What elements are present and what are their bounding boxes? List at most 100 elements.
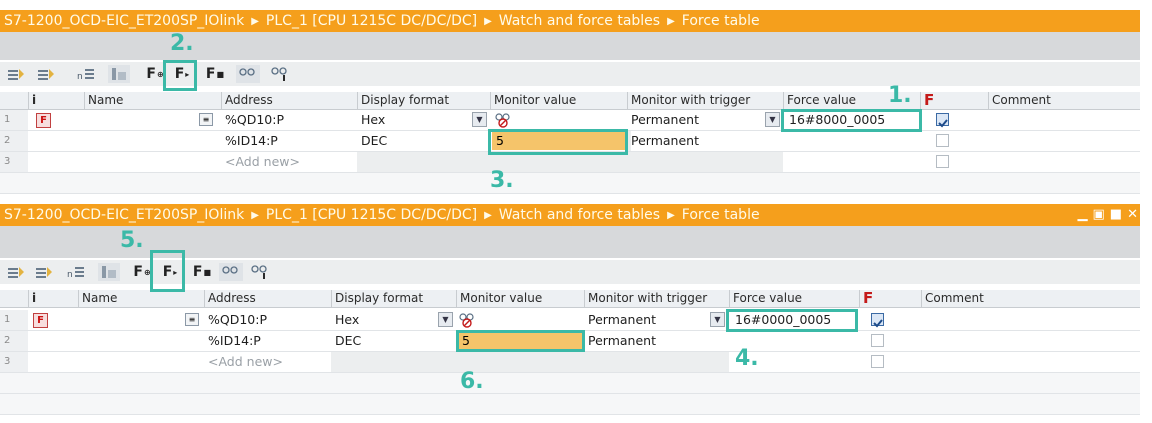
column-force-flag[interactable]: F: [920, 92, 988, 109]
stop-forcing-icon: ■: [216, 69, 225, 79]
table-row[interactable]: 3 <Add new>: [0, 352, 1140, 373]
breadcrumb-plc[interactable]: PLC_1 [CPU 1215C DC/DC/DC]: [266, 13, 477, 29]
monitor-trigger-cell[interactable]: Permanent: [584, 331, 656, 351]
stop-forcing-button[interactable]: F ■: [190, 263, 214, 281]
monitor-trigger-cell[interactable]: Permanent: [627, 110, 699, 130]
force-checkbox[interactable]: [871, 355, 884, 368]
row-number: 1: [0, 110, 28, 130]
insert-multiple-icon[interactable]: n: [76, 65, 98, 83]
callout-number: 5.: [120, 228, 144, 253]
breadcrumb-plc[interactable]: PLC_1 [CPU 1215C DC/DC/DC]: [266, 207, 477, 223]
column-info[interactable]: i: [28, 92, 84, 109]
maximize-icon[interactable]: ■: [1110, 204, 1122, 226]
column-comment[interactable]: Comment: [988, 92, 1140, 109]
close-icon[interactable]: ✕: [1127, 204, 1138, 226]
insert-row-icon[interactable]: [6, 65, 26, 83]
display-format-cell[interactable]: DEC: [331, 331, 361, 351]
force-status-icon: F: [36, 113, 51, 128]
callout-box-force-value: [726, 309, 858, 332]
address-list-icon[interactable]: ≡: [199, 113, 213, 126]
monitor-once-icon[interactable]: [268, 65, 292, 83]
force-checkbox[interactable]: [936, 155, 949, 168]
address-cell[interactable]: %QD10:P: [204, 310, 267, 330]
callout-number: 6.: [460, 369, 484, 394]
title-breadcrumb: S7-1200_OCD-EIC_ET200SP_IOlink ▶ PLC_1 [CP…: [0, 204, 1140, 226]
float-window-icon[interactable]: ▣: [1093, 204, 1105, 226]
column-address[interactable]: Address: [221, 92, 357, 109]
force-all-label: F: [146, 66, 156, 82]
address-list-icon[interactable]: ≡: [185, 313, 199, 326]
address-cell[interactable]: %ID14:P: [221, 131, 278, 151]
force-checkbox[interactable]: [936, 134, 949, 147]
trigger-dropdown-icon[interactable]: ▼: [710, 312, 725, 327]
insert-row-icon[interactable]: [6, 263, 26, 281]
stop-forcing-label: F: [192, 264, 203, 280]
stop-forcing-label: F: [205, 66, 216, 82]
force-status-icon: F: [33, 313, 48, 328]
column-info[interactable]: i: [28, 290, 78, 307]
row-number: 3: [0, 352, 28, 372]
column-comment[interactable]: Comment: [921, 290, 1140, 307]
trigger-dropdown-icon[interactable]: ▼: [765, 112, 780, 127]
format-dropdown-icon[interactable]: ▼: [438, 312, 453, 327]
svg-text:n: n: [67, 270, 73, 280]
table-row[interactable]: 1 F ≡ %QD10:P Hex ▼ Permanent ▼ 16#8000_…: [0, 110, 1140, 131]
row-number: 1: [0, 310, 28, 330]
column-name[interactable]: Name: [84, 92, 221, 109]
column-monitor-trigger[interactable]: Monitor with trigger: [584, 290, 729, 307]
format-dropdown-icon[interactable]: ▼: [472, 112, 487, 127]
table-row[interactable]: 3 <Add new>: [0, 152, 1140, 173]
monitor-all-icon[interactable]: [236, 65, 260, 83]
stop-forcing-button[interactable]: F ■: [203, 65, 227, 83]
monitor-once-icon[interactable]: [248, 263, 272, 281]
column-monitor-value[interactable]: Monitor value: [490, 92, 627, 109]
column-address[interactable]: Address: [204, 290, 331, 307]
column-display-format[interactable]: Display format: [357, 92, 490, 109]
stop-forcing-icon: ■: [203, 267, 212, 277]
breadcrumb-project[interactable]: S7-1200_OCD-EIC_ET200SP_IOlink: [4, 13, 244, 29]
add-new-placeholder[interactable]: <Add new>: [204, 352, 283, 372]
breadcrumb-table[interactable]: Force table: [682, 207, 760, 223]
row-number: 2: [0, 331, 28, 351]
force-all-label: F: [133, 264, 143, 280]
display-format-cell[interactable]: Hex: [357, 110, 385, 130]
show-hide-columns-icon[interactable]: [108, 65, 130, 83]
monitor-not-possible-icon: [458, 312, 478, 332]
force-checkbox[interactable]: [871, 313, 884, 328]
breadcrumb-separator-icon: ▶: [251, 16, 259, 27]
column-name[interactable]: Name: [78, 290, 204, 307]
add-new-placeholder[interactable]: <Add new>: [221, 152, 300, 172]
table-row[interactable]: 1 F ≡ %QD10:P Hex ▼ Permanent ▼ 16#0000_…: [0, 310, 1140, 331]
force-checkbox[interactable]: [871, 334, 884, 347]
column-monitor-value[interactable]: Monitor value: [456, 290, 584, 307]
minimize-icon[interactable]: ▁: [1078, 204, 1088, 226]
monitor-all-icon[interactable]: [219, 263, 243, 281]
breadcrumb-folder[interactable]: Watch and force tables: [499, 13, 660, 29]
display-format-cell[interactable]: Hex: [331, 310, 359, 330]
row-number: 3: [0, 152, 28, 172]
address-cell[interactable]: %ID14:P: [204, 331, 261, 351]
add-row-icon[interactable]: [34, 263, 54, 281]
add-row-icon[interactable]: [36, 65, 56, 83]
insert-multiple-icon[interactable]: n: [66, 263, 88, 281]
breadcrumb-separator-icon: ▶: [667, 210, 675, 221]
empty-row: [0, 394, 1140, 415]
column-force-value[interactable]: Force value: [729, 290, 859, 307]
monitor-trigger-cell[interactable]: Permanent: [584, 310, 656, 330]
force-checkbox[interactable]: [936, 113, 949, 128]
monitor-trigger-cell[interactable]: Permanent: [627, 131, 699, 151]
callout-number: 1.: [888, 83, 912, 108]
column-monitor-trigger[interactable]: Monitor with trigger: [627, 92, 783, 109]
callout-box-monitor-value: [456, 330, 585, 352]
column-display-format[interactable]: Display format: [331, 290, 456, 307]
breadcrumb-folder[interactable]: Watch and force tables: [499, 207, 660, 223]
breadcrumb-project[interactable]: S7-1200_OCD-EIC_ET200SP_IOlink: [4, 207, 244, 223]
breadcrumb-table[interactable]: Force table: [682, 13, 760, 29]
callout-box-force-selected: [163, 60, 197, 91]
table-header: i Name Address Display format Monitor va…: [0, 92, 1140, 110]
callout-number: 2.: [170, 31, 194, 56]
show-hide-columns-icon[interactable]: [98, 263, 120, 281]
display-format-cell[interactable]: DEC: [357, 131, 387, 151]
address-cell[interactable]: %QD10:P: [221, 110, 284, 130]
column-force-flag[interactable]: F: [859, 290, 921, 307]
